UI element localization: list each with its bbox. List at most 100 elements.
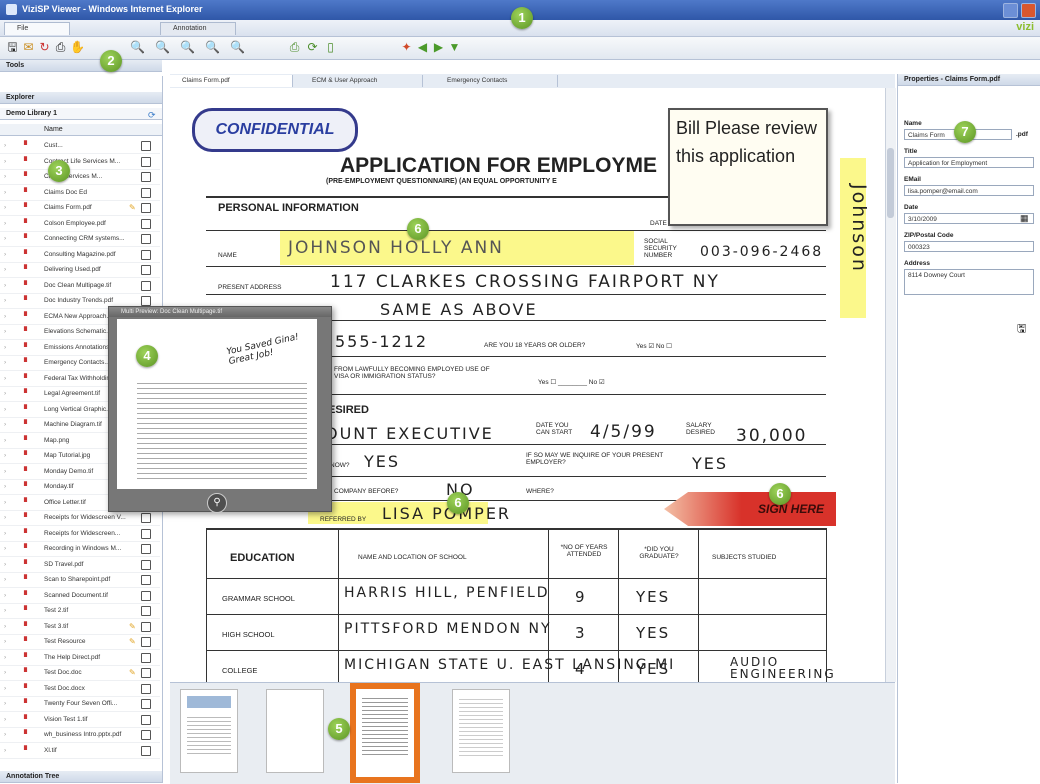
refresh-icon[interactable]: ⟳	[306, 41, 319, 54]
name-column-header[interactable]: Name	[0, 124, 162, 136]
document-status-icon[interactable]	[141, 699, 151, 709]
file-list-item[interactable]: › ▘ Test Doc.doc ✎	[0, 665, 160, 681]
expand-icon[interactable]: ›	[4, 340, 6, 355]
expand-icon[interactable]: ›	[4, 696, 6, 711]
calendar-icon[interactable]: ▦	[1020, 213, 1029, 224]
file-list-item[interactable]: › ▘ Test Resource ✎	[0, 634, 160, 650]
expand-icon[interactable]: ›	[4, 247, 6, 262]
document-status-icon[interactable]	[141, 265, 151, 275]
save-icon[interactable]: 🖫	[6, 41, 19, 54]
annotation-icon[interactable]: ✎	[129, 665, 136, 680]
thumbnail-page-1[interactable]	[180, 689, 238, 773]
expand-icon[interactable]: ›	[4, 712, 6, 727]
expand-icon[interactable]: ›	[4, 619, 6, 634]
document-status-icon[interactable]	[141, 280, 151, 291]
scroll-thumb[interactable]	[887, 148, 894, 218]
expand-icon[interactable]: ›	[4, 417, 6, 432]
document-status-icon[interactable]	[141, 590, 151, 601]
file-list-item[interactable]: › ▘ Test Doc.docx	[0, 681, 160, 697]
document-status-icon[interactable]	[141, 668, 151, 678]
document-status-icon[interactable]	[141, 575, 151, 585]
sign-here-flag[interactable]: SIGN HERE	[664, 492, 836, 526]
document-status-icon[interactable]	[141, 234, 151, 244]
prev-page-icon[interactable]: ◀	[416, 41, 429, 54]
rotate-icon[interactable]: ↻	[38, 41, 51, 54]
zoom-page-icon[interactable]: 🔍	[230, 41, 245, 54]
property-field[interactable]: lisa.pomper@email.com	[904, 185, 1034, 196]
zoom-fit-icon[interactable]: 🔍	[180, 41, 195, 54]
expand-icon[interactable]: ›	[4, 185, 6, 200]
expand-icon[interactable]: ›	[4, 433, 6, 448]
document-status-icon[interactable]	[141, 606, 151, 616]
expand-icon[interactable]: ›	[4, 324, 6, 339]
expand-icon[interactable]: ›	[4, 309, 6, 324]
document-status-icon[interactable]	[141, 621, 151, 632]
expand-icon[interactable]: ›	[4, 200, 6, 215]
file-list-item[interactable]: › ▘ Consulting Magazine.pdf	[0, 247, 160, 263]
expand-icon[interactable]: ›	[4, 138, 6, 153]
file-list-item[interactable]: › ▘ SD Travel.pdf	[0, 557, 160, 573]
thumbnail-page-2[interactable]	[266, 689, 324, 773]
file-list-item[interactable]: › ▘ Connecting CRM systems...	[0, 231, 160, 247]
expand-icon[interactable]: ›	[4, 464, 6, 479]
file-list-item[interactable]: › ▘ Delivering Used.pdf	[0, 262, 160, 278]
last-page-icon[interactable]: ▼	[448, 41, 461, 54]
file-list-item[interactable]: › ▘ Twenty Four Seven Offi...	[0, 696, 160, 712]
file-list-item[interactable]: › ▘ Scan to Sharepoint.pdf	[0, 572, 160, 588]
document-status-icon[interactable]	[141, 172, 151, 182]
file-list-item[interactable]: › ▘ Xl.tif	[0, 743, 160, 759]
expand-icon[interactable]: ›	[4, 479, 6, 494]
document-status-icon[interactable]	[141, 156, 151, 167]
document-status-icon[interactable]	[141, 203, 151, 213]
file-list-item[interactable]: › ▘ Cust...	[0, 138, 160, 154]
expand-icon[interactable]: ›	[4, 572, 6, 587]
expand-icon[interactable]: ›	[4, 727, 6, 742]
file-list-item[interactable]: › ▘ Claims Doc Ed	[0, 185, 160, 201]
expand-icon[interactable]: ›	[4, 603, 6, 618]
expand-icon[interactable]: ›	[4, 448, 6, 463]
expand-icon[interactable]: ›	[4, 681, 6, 696]
property-field[interactable]: 000323	[904, 241, 1034, 252]
expand-icon[interactable]: ›	[4, 154, 6, 169]
first-page-icon[interactable]: ✦	[400, 41, 413, 54]
expand-icon[interactable]: ›	[4, 495, 6, 510]
document-status-icon[interactable]	[141, 296, 151, 306]
property-field[interactable]: Application for Employment	[904, 157, 1034, 168]
document-status-icon[interactable]	[141, 652, 151, 663]
doc-tab-emergency[interactable]: Emergency Contacts	[435, 75, 558, 87]
thumbnail-page-3[interactable]	[350, 683, 420, 783]
document-status-icon[interactable]	[141, 745, 151, 756]
expand-icon[interactable]: ›	[4, 510, 6, 525]
expand-icon[interactable]: ›	[4, 743, 6, 758]
sticky-note[interactable]: Bill Please review this application	[668, 108, 828, 226]
file-list-item[interactable]: › ▘ Clarke Services M...	[0, 169, 160, 185]
document-status-icon[interactable]	[141, 714, 151, 725]
expand-icon[interactable]: ›	[4, 526, 6, 541]
expand-icon[interactable]: ›	[4, 557, 6, 572]
print-preview-icon[interactable]: ⎙	[288, 41, 301, 54]
document-status-icon[interactable]	[141, 544, 151, 554]
file-list-item[interactable]: › ▘ Doc Clean Multipage.tif	[0, 278, 160, 294]
file-list-item[interactable]: › ▘ The Help Direct.pdf	[0, 650, 160, 666]
open-folder-icon[interactable]: ✉	[22, 41, 35, 54]
close-button[interactable]	[1021, 3, 1036, 18]
file-list-item[interactable]: › ▘ Receipts for Widescreen V...	[0, 510, 160, 526]
tab-annotation[interactable]: Annotation	[160, 22, 236, 35]
file-list-item[interactable]: › ▘ Claims Form.pdf ✎	[0, 200, 160, 216]
document-status-icon[interactable]	[141, 249, 151, 260]
file-list-item[interactable]: › ▘ Vision Test 1.tif	[0, 712, 160, 728]
zoom-in-icon[interactable]: 🔍	[130, 41, 145, 54]
expand-icon[interactable]: ›	[4, 278, 6, 293]
expand-icon[interactable]: ›	[4, 262, 6, 277]
file-list-item[interactable]: › ▘ Test 2.tif	[0, 603, 160, 619]
expand-icon[interactable]: ›	[4, 650, 6, 665]
expand-icon[interactable]: ›	[4, 293, 6, 308]
explorer-header[interactable]: Explorer	[0, 92, 162, 104]
vertical-scrollbar[interactable]	[885, 88, 896, 682]
document-status-icon[interactable]	[141, 141, 151, 151]
expand-icon[interactable]: ›	[4, 634, 6, 649]
expand-icon[interactable]: ›	[4, 371, 6, 386]
annotation-icon[interactable]: ✎	[129, 619, 136, 634]
document-status-icon[interactable]	[141, 528, 151, 539]
expand-icon[interactable]: ›	[4, 386, 6, 401]
